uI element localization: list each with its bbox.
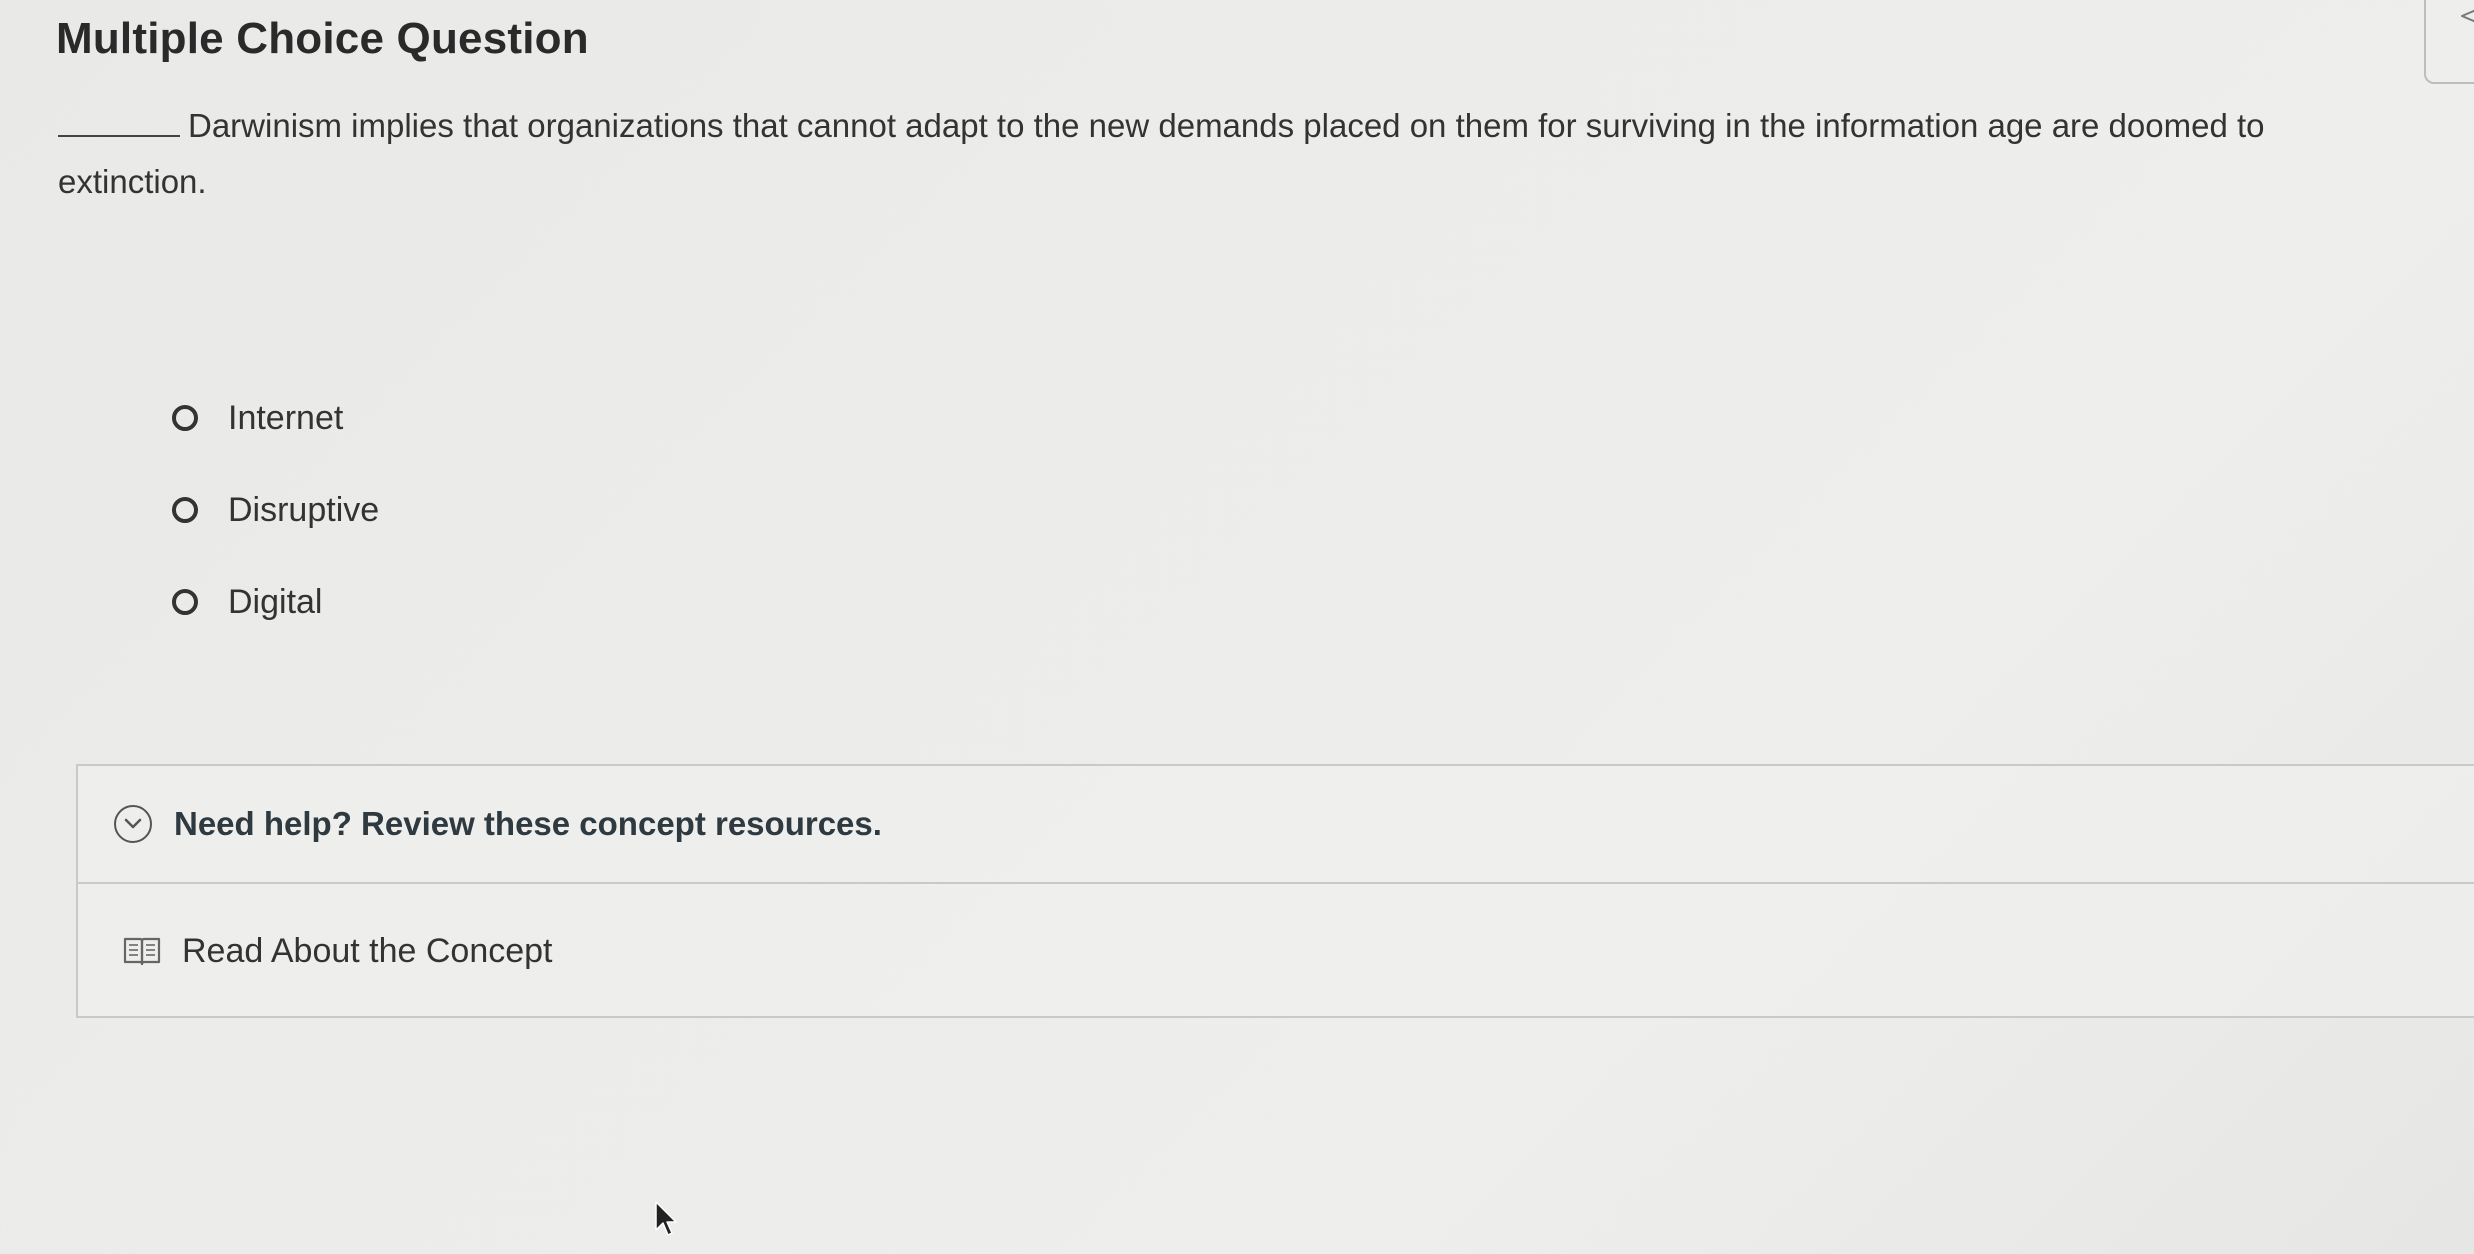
option-label: Digital (228, 582, 323, 621)
book-icon (123, 937, 161, 966)
option-label: Internet (228, 398, 344, 437)
concept-resources-toggle[interactable]: Need help? Review these concept resource… (78, 766, 2474, 884)
option-internet[interactable]: Internet (172, 388, 379, 448)
read-about-concept-link[interactable]: Read About the Concept (78, 884, 2474, 1018)
fill-in-blank (58, 105, 180, 137)
radio-button[interactable] (172, 405, 198, 431)
corner-flag-tab[interactable] (2424, 0, 2474, 84)
answer-options: Internet Disruptive Digital (172, 388, 379, 664)
option-disruptive[interactable]: Disruptive (172, 480, 379, 540)
page-title: Multiple Choice Question (56, 14, 589, 63)
concept-resources-panel: Need help? Review these concept resource… (76, 764, 2474, 1018)
concept-resources-title: Need help? Review these concept resource… (174, 805, 882, 842)
radio-button[interactable] (172, 589, 198, 615)
read-about-concept-label: Read About the Concept (182, 931, 553, 970)
chevron-down-icon[interactable] (114, 805, 152, 843)
flag-icon (2461, 9, 2474, 23)
option-digital[interactable]: Digital (172, 572, 379, 632)
question-prompt: Darwinism implies that organizations tha… (58, 98, 2398, 210)
radio-button[interactable] (172, 497, 198, 523)
question-text: Darwinism implies that organizations tha… (58, 107, 2265, 200)
mouse-cursor-icon (655, 1201, 677, 1236)
option-label: Disruptive (228, 490, 380, 529)
